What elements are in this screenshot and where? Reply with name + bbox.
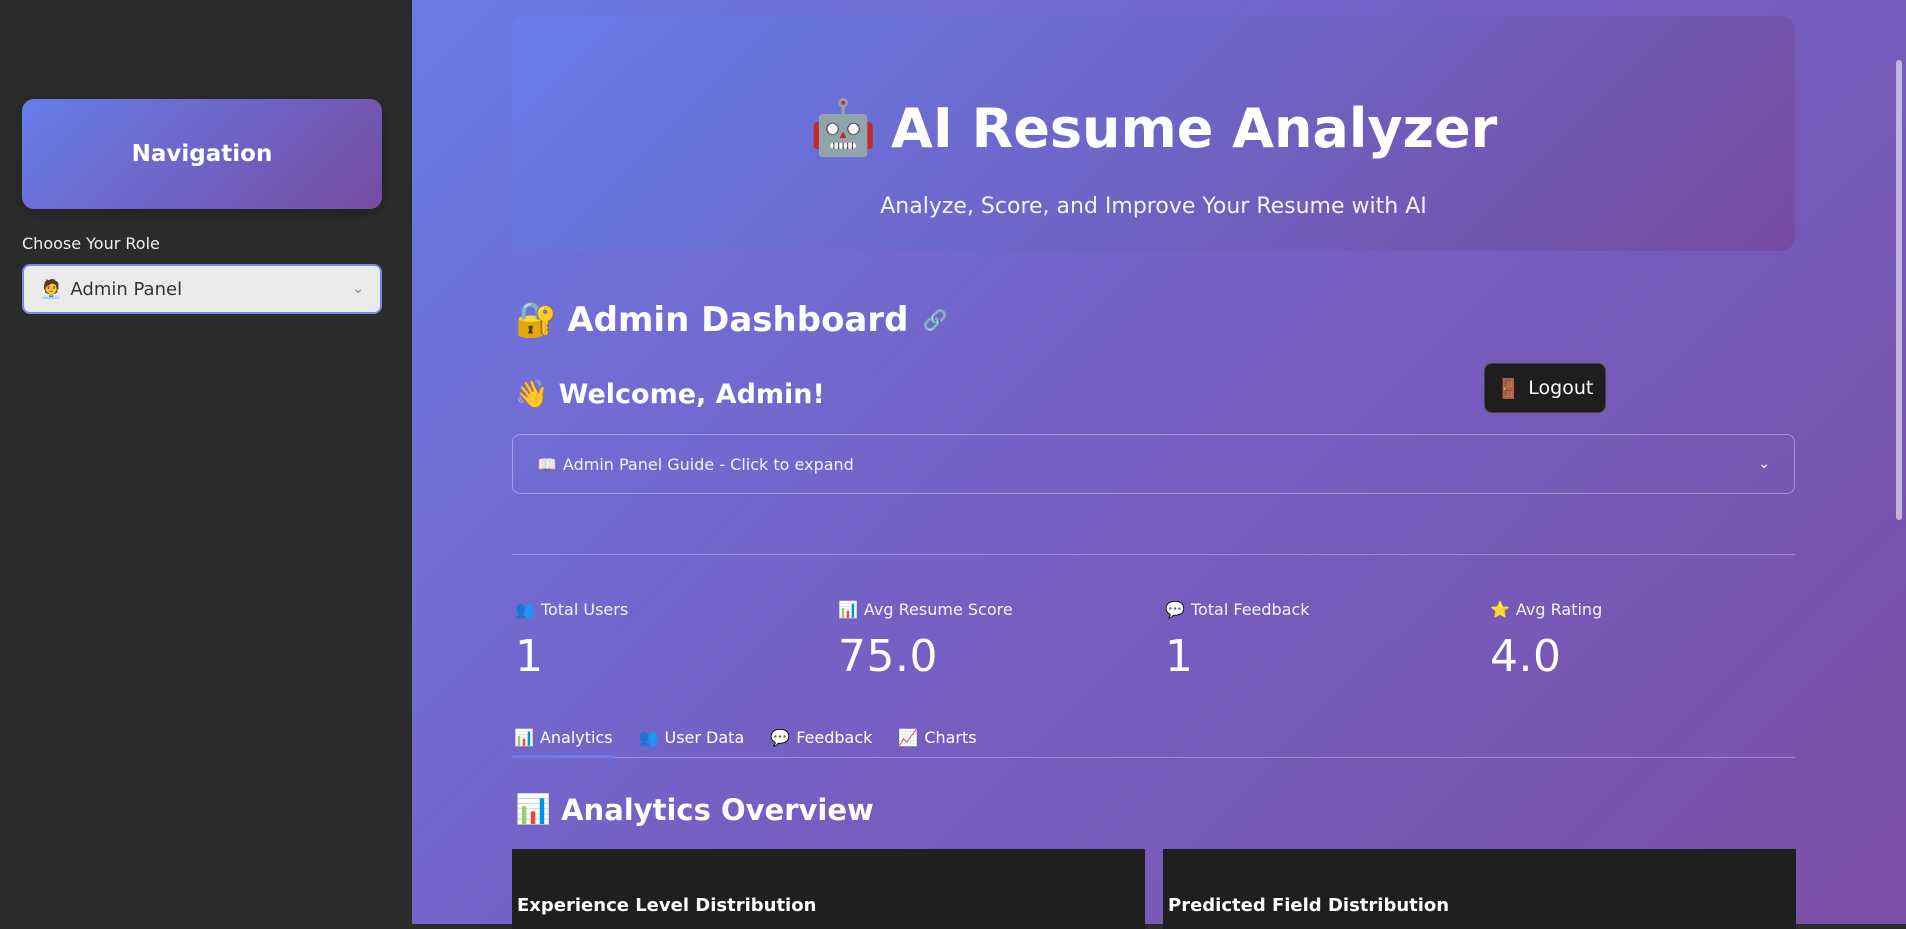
star-icon: ⭐ <box>1490 600 1510 619</box>
main-content: 🤖 AI Resume Analyzer Analyze, Score, and… <box>412 0 1906 929</box>
metric-label: Total Users <box>540 600 629 619</box>
page-title: 🔐 Admin Dashboard 🔗 <box>515 300 947 340</box>
speech-bubble-icon: 💬 <box>1165 600 1185 619</box>
door-icon: 🚪 <box>1496 377 1521 400</box>
wave-icon: 👋 <box>515 379 549 410</box>
admin-person-icon: 🧑‍💼 <box>40 278 63 300</box>
tab-bar: 📊 Analytics 👥 User Data 💬 Feedback 📈 Cha… <box>512 718 1795 758</box>
welcome-heading: 👋 Welcome, Admin! <box>515 378 825 411</box>
metric-value: 1 <box>1165 631 1194 682</box>
speech-bubble-icon: 💬 <box>770 727 791 747</box>
panel-title: Experience Level Distribution <box>517 895 817 916</box>
welcome-text: Welcome, Admin! <box>558 378 825 410</box>
metric-label: Avg Rating <box>1515 600 1603 619</box>
analytics-overview-heading: 📊 Analytics Overview <box>515 792 874 827</box>
lock-icon: 🔐 <box>515 300 558 340</box>
hero-title: 🤖 AI Resume Analyzer <box>512 96 1795 160</box>
tab-user-data[interactable]: 👥 User Data <box>637 718 747 756</box>
metric-total-feedback: 💬 Total Feedback 1 <box>1165 600 1465 682</box>
divider <box>512 554 1795 555</box>
role-select-label: Choose Your Role <box>22 234 160 253</box>
hero-banner: 🤖 AI Resume Analyzer Analyze, Score, and… <box>512 16 1795 251</box>
metric-label: Avg Resume Score <box>863 600 1013 619</box>
users-icon: 👥 <box>638 727 659 747</box>
tab-charts[interactable]: 📈 Charts <box>896 718 978 756</box>
analytics-overview-title: Analytics Overview <box>561 792 874 827</box>
metric-avg-resume-score: 📊 Avg Resume Score 75.0 <box>838 600 1138 682</box>
robot-icon: 🤖 <box>809 96 877 159</box>
metric-total-users: 👥 Total Users 1 <box>515 600 815 682</box>
line-chart-icon: 📈 <box>898 727 919 747</box>
tab-label: Feedback <box>796 727 873 747</box>
navigation-title: Navigation <box>131 141 273 167</box>
panel-title: Predicted Field Distribution <box>1168 895 1450 916</box>
bar-chart-icon: 📊 <box>838 600 858 619</box>
sidebar: Navigation Choose Your Role 🧑‍💼 Admin Pa… <box>0 0 412 929</box>
page-title-text: Admin Dashboard <box>567 300 909 340</box>
anchor-link-icon[interactable]: 🔗 <box>922 308 947 332</box>
tab-label: User Data <box>664 727 745 747</box>
bar-chart-icon: 📊 <box>514 727 534 747</box>
tab-feedback[interactable]: 💬 Feedback <box>768 718 874 756</box>
logout-button[interactable]: 🚪 Logout <box>1484 363 1606 413</box>
hero-subtitle: Analyze, Score, and Improve Your Resume … <box>880 194 1427 219</box>
metric-value: 4.0 <box>1490 631 1562 682</box>
tab-label: Charts <box>924 727 977 747</box>
bar-chart-icon: 📊 <box>515 792 552 826</box>
book-icon: 📖 <box>537 454 557 474</box>
app-title: AI Resume Analyzer <box>891 96 1498 160</box>
metric-value: 75.0 <box>838 631 938 682</box>
tab-analytics[interactable]: 📊 Analytics <box>512 718 615 758</box>
chevron-down-icon: ⌄ <box>1758 456 1770 472</box>
navigation-header: Navigation <box>22 99 382 209</box>
tab-label: Analytics <box>539 727 613 747</box>
role-select[interactable]: 🧑‍💼 Admin Panel ⌄ <box>22 264 382 314</box>
admin-guide-expander[interactable]: 📖 Admin Panel Guide - Click to expand ⌄ <box>512 434 1795 494</box>
experience-level-panel: Experience Level Distribution <box>512 849 1145 929</box>
chevron-down-icon: ⌄ <box>352 281 364 297</box>
users-icon: 👥 <box>515 600 535 619</box>
role-select-value: Admin Panel <box>70 278 183 300</box>
logout-label: Logout <box>1528 377 1594 399</box>
metric-label: Total Feedback <box>1190 600 1310 619</box>
metric-value: 1 <box>515 631 544 682</box>
scrollbar[interactable] <box>1896 60 1902 520</box>
metric-avg-rating: ⭐ Avg Rating 4.0 <box>1490 600 1790 682</box>
predicted-field-panel: Predicted Field Distribution <box>1163 849 1796 929</box>
admin-guide-label: Admin Panel Guide - Click to expand <box>562 454 854 474</box>
